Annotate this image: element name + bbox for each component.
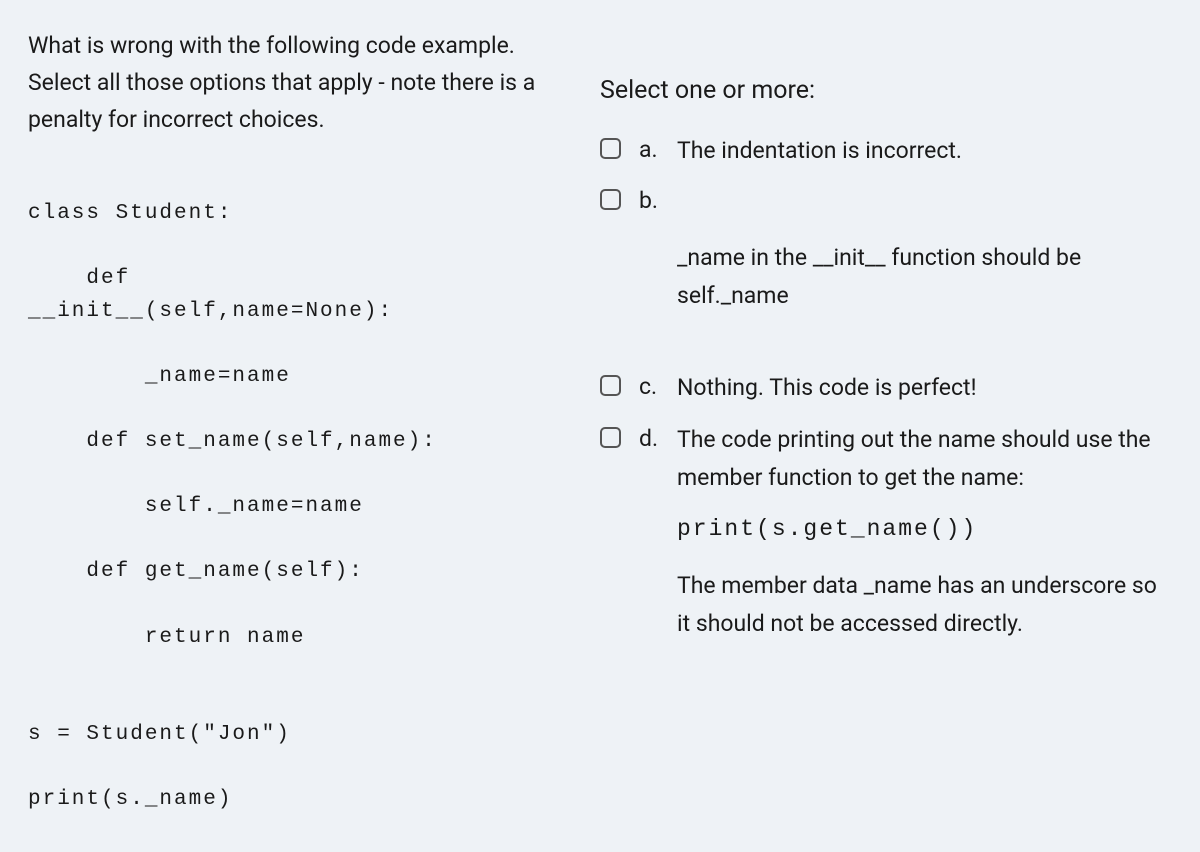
option-c-text: Nothing. This code is perfect!: [677, 369, 1172, 407]
option-d-intro: The code printing out the name should us…: [677, 426, 1151, 491]
question-prompt: What is wrong with the following code ex…: [28, 28, 580, 138]
checkbox-a[interactable]: [600, 138, 621, 159]
option-a-letter: a.: [639, 132, 671, 169]
options-list: a. The indentation is incorrect. b. _nam…: [600, 132, 1172, 643]
option-d: d. The code printing out the name should…: [600, 421, 1172, 643]
answers-column: Select one or more: a. The indentation i…: [600, 28, 1200, 852]
option-a: a. The indentation is incorrect.: [600, 132, 1172, 170]
code-sample: class Student: def __init__(self,name=No…: [28, 198, 580, 816]
answer-instruction: Select one or more:: [600, 72, 1172, 110]
option-d-text: The code printing out the name should us…: [677, 421, 1172, 643]
checkbox-d[interactable]: [600, 427, 621, 448]
option-b: b. _name in the __init__ function should…: [600, 183, 1172, 315]
checkbox-b[interactable]: [600, 189, 621, 210]
option-c: c. Nothing. This code is perfect!: [600, 369, 1172, 407]
option-c-letter: c.: [639, 369, 671, 406]
option-d-letter: d.: [639, 421, 671, 458]
question-column: What is wrong with the following code ex…: [0, 28, 600, 852]
option-a-text: The indentation is incorrect.: [677, 132, 1172, 170]
option-d-code: print(s.get_name()): [677, 511, 1172, 549]
checkbox-c[interactable]: [600, 375, 621, 396]
option-b-letter: b.: [639, 183, 671, 220]
option-d-trail: The member data _name has an underscore …: [677, 572, 1157, 637]
option-b-text: _name in the __init__ function should be…: [677, 239, 1172, 315]
